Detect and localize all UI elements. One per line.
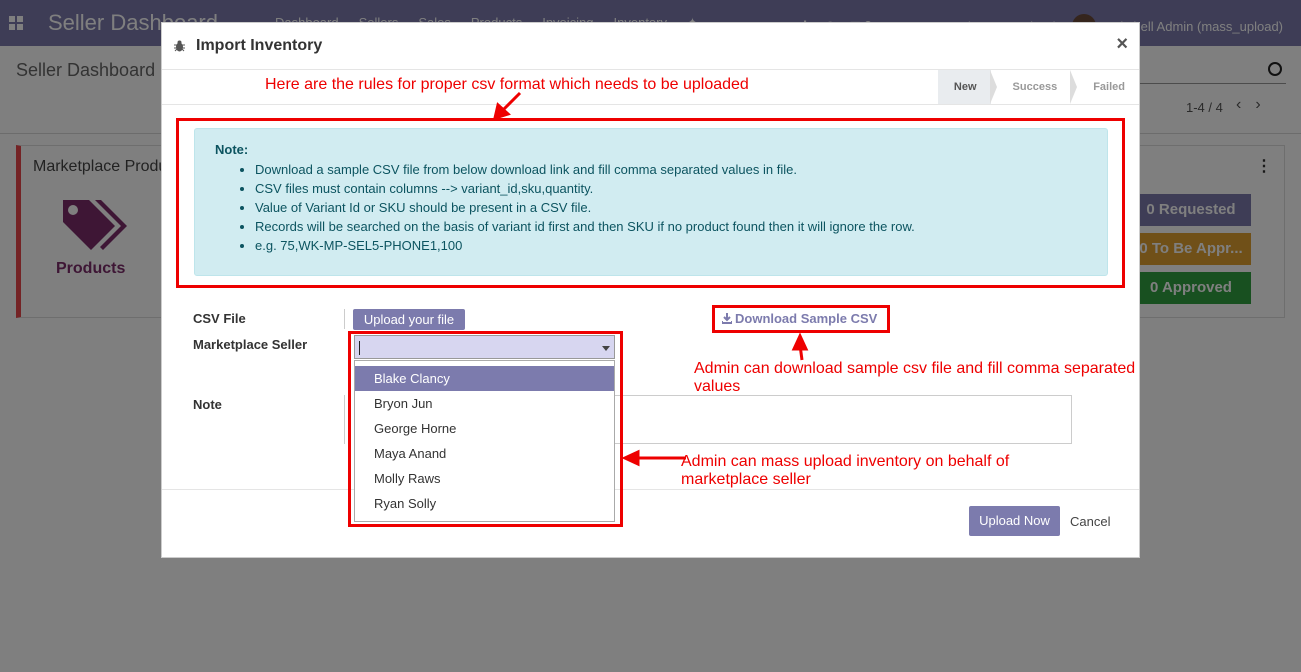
import-inventory-modal: Import Inventory × New Success Failed No… <box>161 22 1140 558</box>
annotation-seller-text-1: Admin can mass upload inventory on behal… <box>681 453 1010 470</box>
bug-icon <box>174 40 185 52</box>
seller-dropdown: Blake Clancy Bryon Jun George Horne Maya… <box>354 360 615 522</box>
note-textarea[interactable] <box>612 395 1072 444</box>
status-step-failed[interactable]: Failed <box>1071 70 1139 104</box>
annotation-box-rules <box>176 118 1125 288</box>
csv-file-label: CSV File <box>193 311 246 326</box>
annotation-download-text-2: values <box>694 378 741 395</box>
annotation-rules-text: Here are the rules for proper csv format… <box>265 76 749 93</box>
annotation-download-text-1: Admin can download sample csv file and f… <box>694 360 1136 377</box>
seller-option[interactable]: Maya Anand <box>355 441 614 466</box>
modal-title: Import Inventory <box>196 37 323 54</box>
modal-footer: Upload Now Cancel <box>162 489 1139 557</box>
note-field-label: Note <box>193 397 222 412</box>
upload-now-button[interactable]: Upload Now <box>969 506 1060 536</box>
seller-option[interactable]: Blake Clancy <box>355 366 614 391</box>
marketplace-seller-label: Marketplace Seller <box>193 337 308 352</box>
field-divider <box>344 395 345 444</box>
upload-file-button[interactable]: Upload your file <box>353 309 465 330</box>
close-icon[interactable]: × <box>1116 33 1128 56</box>
cancel-button[interactable]: Cancel <box>1070 514 1110 529</box>
seller-option[interactable]: Molly Raws <box>355 466 614 491</box>
annotation-seller-text-2: marketplace seller <box>681 471 811 488</box>
seller-option[interactable]: Bryon Jun <box>355 391 614 416</box>
status-steps: New Success Failed <box>937 70 1139 104</box>
status-step-success[interactable]: Success <box>991 70 1077 104</box>
annotation-box-download <box>712 305 890 333</box>
seller-option[interactable]: George Horne <box>355 416 614 441</box>
status-step-new[interactable]: New <box>937 70 997 104</box>
modal-header: Import Inventory × <box>162 23 1139 70</box>
seller-option[interactable]: Ryan Solly <box>355 491 614 516</box>
field-divider <box>344 309 345 329</box>
